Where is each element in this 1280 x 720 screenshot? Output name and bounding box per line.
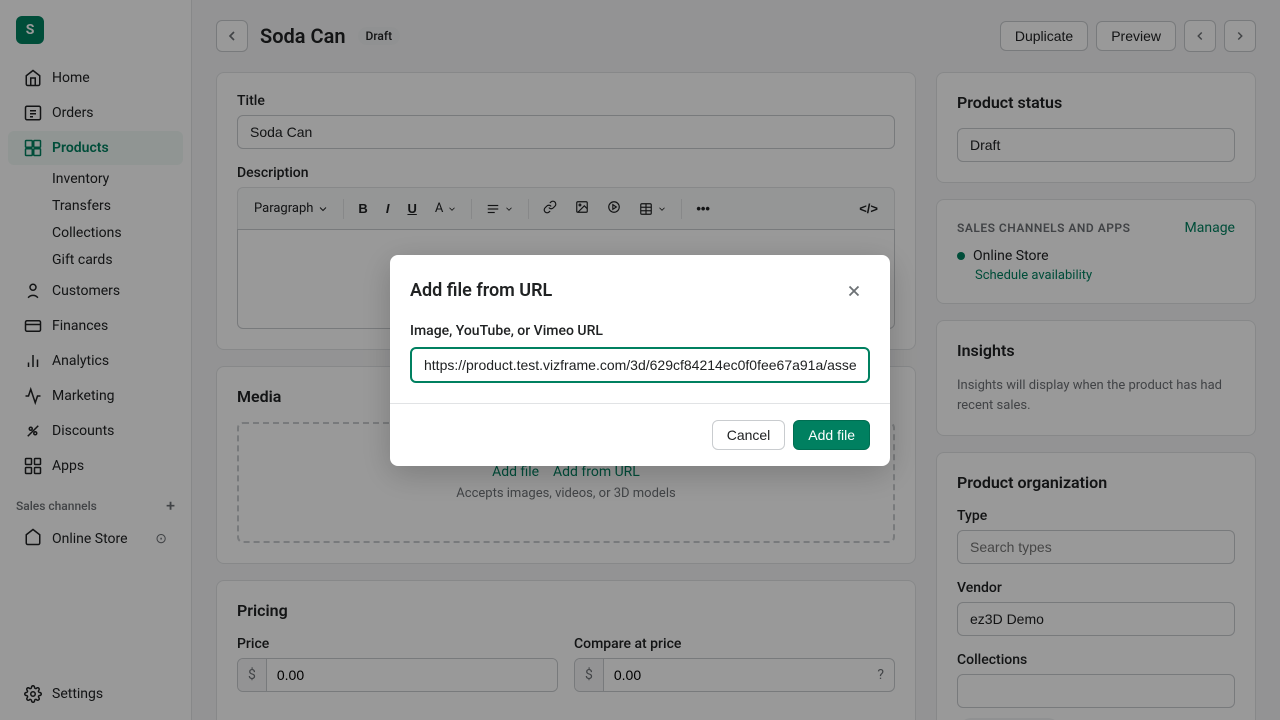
modal-add-file-button[interactable]: Add file	[793, 420, 870, 450]
modal-url-input[interactable]	[410, 347, 870, 383]
modal-url-label: Image, YouTube, or Vimeo URL	[410, 323, 870, 339]
modal-body: Image, YouTube, or Vimeo URL	[390, 323, 890, 403]
modal-title: Add file from URL	[410, 280, 552, 301]
modal-footer: Cancel Add file	[390, 403, 890, 466]
add-file-modal: Add file from URL Image, YouTube, or Vim…	[390, 255, 890, 466]
modal-header: Add file from URL	[390, 255, 890, 307]
modal-overlay: Add file from URL Image, YouTube, or Vim…	[0, 0, 1280, 720]
modal-cancel-button[interactable]: Cancel	[712, 420, 786, 450]
modal-close-button[interactable]	[838, 275, 870, 307]
